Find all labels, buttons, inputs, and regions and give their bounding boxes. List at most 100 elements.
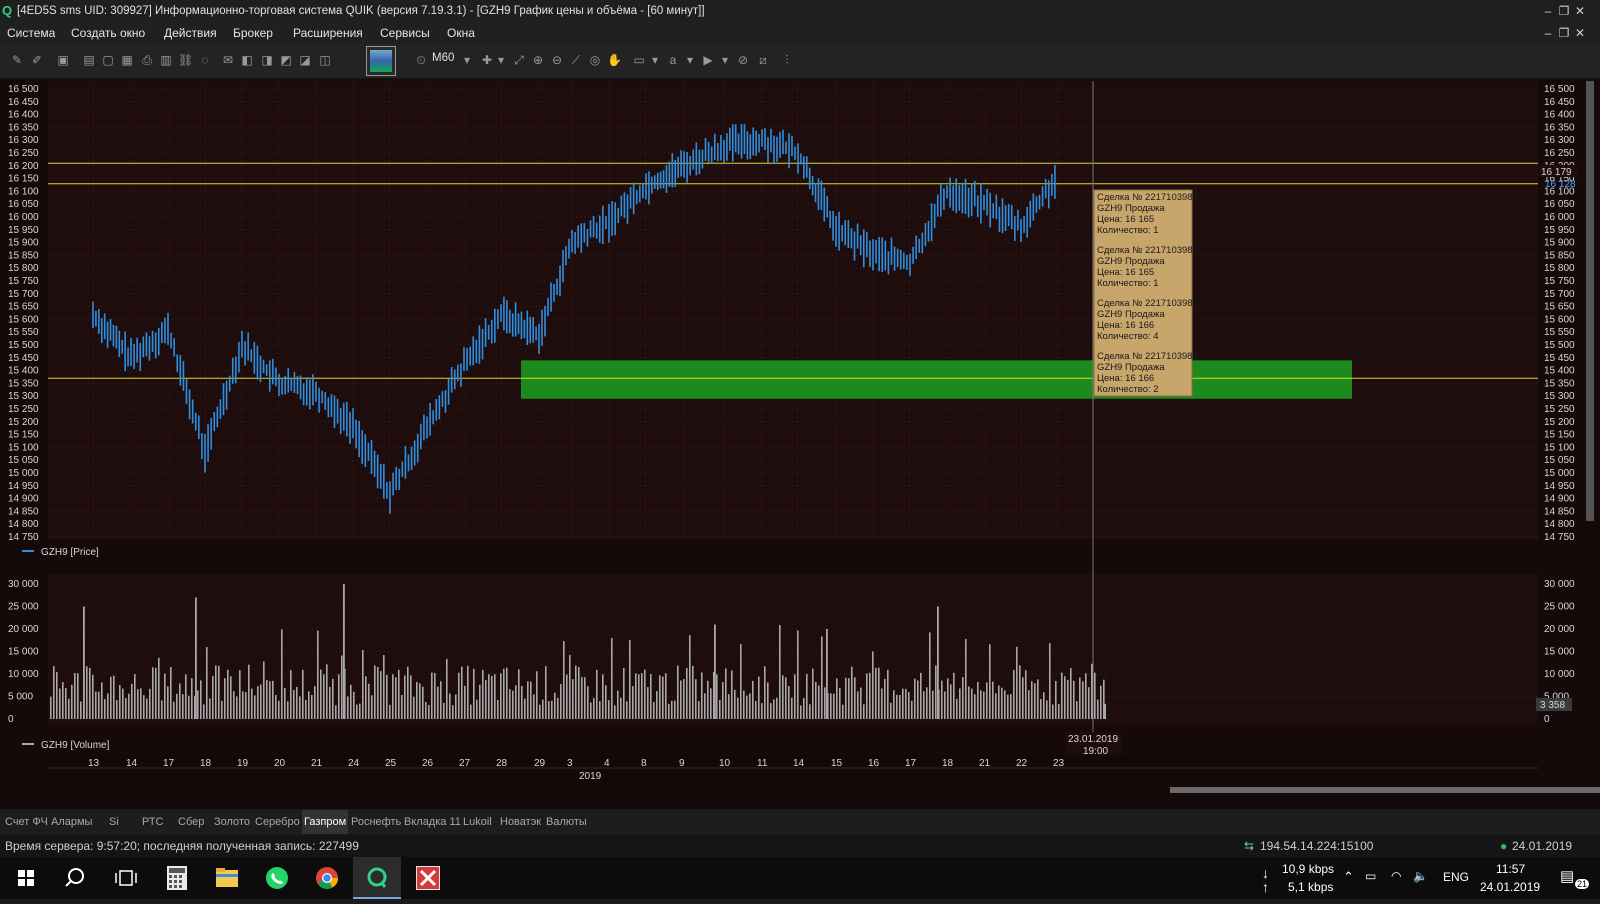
task-view-icon[interactable] xyxy=(102,857,150,899)
rectangle-icon[interactable]: ▭ xyxy=(632,53,646,67)
maximize-button[interactable]: ❐ xyxy=(1556,0,1572,22)
child-maximize-button[interactable]: ❐ xyxy=(1556,22,1572,44)
grid-icon[interactable]: ▦ xyxy=(120,53,134,67)
price-tick-left: 16 500 xyxy=(8,84,39,95)
notifications-icon[interactable]: ▤ xyxy=(1560,867,1574,885)
close-button[interactable]: ✕ xyxy=(1572,0,1588,22)
zoom-out-icon[interactable]: ⊖ xyxy=(550,53,564,67)
menu-extensions[interactable]: Расширения xyxy=(293,22,363,44)
tab-si[interactable]: Si xyxy=(109,810,119,834)
menu-services[interactable]: Сервисы xyxy=(380,22,430,44)
chevron-down-icon[interactable]: ▾ xyxy=(648,53,662,67)
positions-icon[interactable]: ◪ xyxy=(298,53,312,67)
volume-bar xyxy=(998,685,1000,719)
start-button[interactable] xyxy=(2,857,50,899)
new-table-icon[interactable]: ▣ xyxy=(56,53,70,67)
hatch-icon[interactable]: ⧄ xyxy=(756,53,770,67)
volume-bar xyxy=(581,677,583,719)
support-zone[interactable] xyxy=(521,360,1352,399)
search-icon[interactable] xyxy=(52,857,100,899)
file-explorer-icon[interactable] xyxy=(203,857,251,899)
disabled-icon[interactable]: ◌ xyxy=(198,53,212,67)
chart-area[interactable]: 16 50016 45016 40016 35016 30016 25016 2… xyxy=(0,79,1600,809)
upload-arrow-icon: ↑ xyxy=(1262,879,1269,895)
calculator-icon[interactable] xyxy=(153,857,201,899)
tab-currencies[interactable]: Валюты xyxy=(546,810,587,834)
stop-order-icon[interactable]: ◨ xyxy=(260,53,274,67)
indicator-icon[interactable]: ⫶ xyxy=(780,53,794,67)
price-panel[interactable] xyxy=(48,81,1538,539)
pen-delete-icon[interactable]: ✐ xyxy=(30,53,44,67)
child-close-button[interactable]: ✕ xyxy=(1572,22,1588,44)
print-icon[interactable]: ⎙ xyxy=(140,53,154,67)
volume-bar xyxy=(929,632,931,719)
chevron-down-icon[interactable]: ▾ xyxy=(494,53,508,67)
quik-task-icon[interactable] xyxy=(353,857,401,899)
limits-icon[interactable]: ◫ xyxy=(318,53,332,67)
volume-bar xyxy=(224,678,226,719)
arrow-icon[interactable]: ▶ xyxy=(701,53,715,67)
menu-windows[interactable]: Окна xyxy=(447,22,475,44)
support-zone-rect[interactable] xyxy=(521,360,1352,399)
tab-gold[interactable]: Золото xyxy=(214,810,250,834)
window-icon[interactable]: ▢ xyxy=(101,53,115,67)
menu-system[interactable]: Система xyxy=(7,22,55,44)
tab-novatek[interactable]: Новатэк xyxy=(500,810,541,834)
deals-icon[interactable]: ◩ xyxy=(279,53,293,67)
fit-icon[interactable]: ⤢ xyxy=(512,53,526,67)
clock-time[interactable]: 11:57 xyxy=(1496,862,1525,876)
horizontal-scrollbar-thumb[interactable] xyxy=(1170,787,1600,793)
menu-broker[interactable]: Брокер xyxy=(233,22,273,44)
font-icon[interactable]: a xyxy=(666,53,680,67)
tab-gazprom[interactable]: Газпром xyxy=(302,810,349,834)
menu-actions[interactable]: Действия xyxy=(164,22,217,44)
tab-silver[interactable]: Серебро xyxy=(255,810,300,834)
tab-11[interactable]: Вкладка 11 xyxy=(404,810,461,834)
save-icon[interactable]: ▥ xyxy=(159,53,173,67)
pen-icon[interactable]: ✎ xyxy=(10,53,24,67)
table-icon[interactable]: ▤ xyxy=(82,53,96,67)
child-minimize-button[interactable]: – xyxy=(1540,22,1556,44)
tab-futures-account[interactable]: Счет ФЧ xyxy=(5,810,48,834)
volume-bar xyxy=(125,698,127,719)
volume-panel[interactable] xyxy=(48,574,1538,724)
volume-bar xyxy=(662,676,664,719)
chevron-down-icon[interactable]: ▾ xyxy=(460,53,474,67)
link-icon[interactable]: ⛓ xyxy=(178,53,193,67)
app-x-icon[interactable] xyxy=(404,857,452,899)
price-tick-left: 14 900 xyxy=(8,494,39,505)
ruler-icon[interactable]: ⟋ xyxy=(569,53,583,67)
chevron-up-icon[interactable]: ⌃ xyxy=(1343,869,1354,885)
tab-rts[interactable]: РТС xyxy=(142,810,164,834)
tab-alarms[interactable]: Алармы xyxy=(51,810,92,834)
clock-date[interactable]: 24.01.2019 xyxy=(1480,880,1540,894)
volume-bar xyxy=(470,704,472,719)
tab-rosneft[interactable]: Роснефть xyxy=(351,810,401,834)
chevron-down-icon[interactable]: ▾ xyxy=(683,53,697,67)
minimize-button[interactable]: – xyxy=(1540,0,1556,22)
language-indicator[interactable]: ENG xyxy=(1443,870,1469,884)
comment-icon[interactable]: ✉ xyxy=(221,53,235,67)
battery-icon[interactable]: ▭ xyxy=(1365,869,1376,883)
chrome-icon[interactable] xyxy=(303,857,351,899)
price-axis-right: 16 50016 45016 40016 35016 30016 25016 2… xyxy=(1544,84,1575,543)
crosshair-icon[interactable]: ✚ xyxy=(480,53,494,67)
wifi-icon[interactable]: ◠ xyxy=(1391,869,1401,883)
volume-muted-icon[interactable]: 🔈 xyxy=(1413,869,1428,883)
volume-bar xyxy=(1088,687,1090,719)
tab-sber[interactable]: Сбер xyxy=(178,810,204,834)
menu-create-window[interactable]: Создать окно xyxy=(71,22,145,44)
interval-select[interactable]: M60 xyxy=(432,52,454,64)
zoom-in-icon[interactable]: ⊕ xyxy=(531,53,545,67)
vertical-scrollbar-thumb[interactable] xyxy=(1586,81,1594,521)
hand-icon[interactable]: ✋ xyxy=(607,53,622,67)
chevron-down-icon[interactable]: ▾ xyxy=(718,53,732,67)
tab-lukoil[interactable]: Lukoil xyxy=(463,810,492,834)
target-icon[interactable]: ◎ xyxy=(588,53,602,67)
hide-icon[interactable]: ⊘ xyxy=(736,53,750,67)
chart-snapshot-icon[interactable] xyxy=(366,46,396,76)
order-icon[interactable]: ◧ xyxy=(240,53,254,67)
volume-bar xyxy=(1073,680,1075,719)
interval-icon[interactable]: ⏲ xyxy=(414,53,428,67)
whatsapp-icon[interactable] xyxy=(253,857,301,899)
